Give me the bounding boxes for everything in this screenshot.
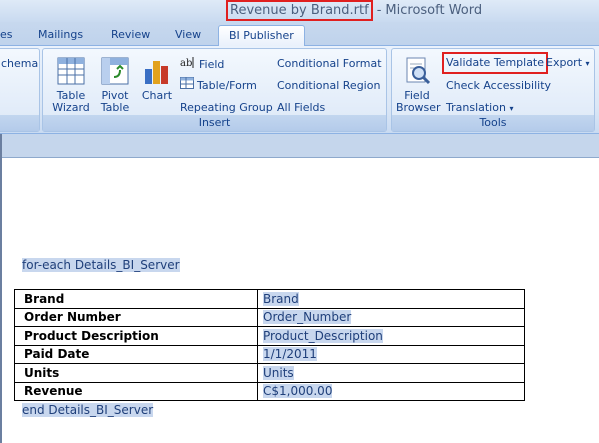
row-value[interactable]: Units <box>257 363 525 383</box>
title-bar: Revenue by Brand.rtf - Microsoft Word <box>0 0 599 22</box>
product-description-field[interactable]: Product_Description <box>263 328 383 343</box>
table-form-button[interactable]: Table/Form <box>180 77 257 95</box>
chart-label: Chart <box>141 89 173 102</box>
table-form-icon <box>180 77 194 95</box>
for-each-field[interactable]: for-each Details_BI_Server <box>22 258 180 272</box>
units-field[interactable]: Units <box>263 365 294 380</box>
export-button[interactable]: Export ▾ <box>546 54 590 72</box>
document-name: Revenue by Brand.rtf <box>226 0 373 21</box>
table-wizard-label: Table Wizard <box>52 89 90 114</box>
chevron-down-icon: ▾ <box>509 104 514 113</box>
field-browser-label: Field Browser <box>396 89 441 114</box>
conditional-region-label: Conditional Region <box>277 79 381 92</box>
order-number-field[interactable]: Order_Number <box>263 310 352 325</box>
row-label: Brand <box>14 289 258 309</box>
field-browser-button[interactable]: Field Browser <box>396 55 441 114</box>
pivot-table-label: Pivot Table <box>100 89 130 114</box>
table-row: Units Units <box>14 363 525 383</box>
row-label: Paid Date <box>14 344 258 364</box>
ribbon-group-insert: Table Wizard Pivot Table Chart ab Field … <box>42 48 387 132</box>
conditional-region-button[interactable]: Conditional Region <box>277 77 380 95</box>
check-accessibility-button[interactable]: Check Accessibility <box>446 77 551 95</box>
pivot-table-icon <box>99 55 131 87</box>
row-value[interactable]: Order_Number <box>257 307 525 327</box>
group-label-insert: Insert <box>43 115 386 131</box>
end-for-each-field[interactable]: end Details_BI_Server <box>22 403 154 417</box>
field-icon: ab <box>180 55 196 75</box>
translation-label: Translation <box>446 101 506 114</box>
ribbon: chema Table Wizard Pivot Table Chart ab … <box>0 46 599 134</box>
window-title: Revenue by Brand.rtf - Microsoft Word <box>226 0 482 21</box>
row-label: Product Description <box>14 326 258 346</box>
table-row: Product Description Product_Description <box>14 326 525 346</box>
brand-field[interactable]: Brand <box>263 291 299 306</box>
row-value[interactable]: C$1,000.00 <box>257 381 525 401</box>
validate-template-label: Validate Template <box>446 56 545 69</box>
field-browser-icon <box>401 55 433 87</box>
app-name: Microsoft Word <box>385 3 483 18</box>
svg-text:ab: ab <box>180 58 192 69</box>
ribbon-tabs: es Mailings Review View BI Publisher <box>0 22 599 47</box>
conditional-format-label: Conditional Format <box>277 57 382 70</box>
repeating-group-label: Repeating Group <box>180 101 273 114</box>
row-label: Order Number <box>14 307 258 327</box>
tab-view[interactable]: View <box>175 26 201 46</box>
tab-bi-publisher[interactable]: BI Publisher <box>218 25 305 47</box>
conditional-format-button[interactable]: Conditional Format <box>277 55 382 73</box>
table-wizard-icon <box>55 55 87 87</box>
title-separator: - <box>376 3 382 18</box>
export-label: Export <box>546 56 583 69</box>
tab-review[interactable]: Review <box>111 26 150 46</box>
table-row: Paid Date 1/1/2011 <box>14 344 525 364</box>
check-accessibility-label: Check Accessibility <box>446 79 552 92</box>
group-label-partial <box>0 115 39 131</box>
row-value[interactable]: Product_Description <box>257 326 525 346</box>
group-label-tools: Tools <box>392 115 594 131</box>
ribbon-group-partial: chema <box>0 48 40 132</box>
table-wizard-button[interactable]: Table Wizard <box>49 55 93 114</box>
table-row: Order Number Order_Number <box>14 307 525 327</box>
table-row: Revenue C$1,000.00 <box>14 381 525 401</box>
paid-date-field[interactable]: 1/1/2011 <box>263 347 317 362</box>
field-button[interactable]: ab Field <box>180 55 224 73</box>
validate-template-button[interactable]: Validate Template <box>442 52 549 74</box>
chevron-down-icon: ▾ <box>585 59 590 68</box>
row-value[interactable]: Brand <box>257 289 525 309</box>
table-form-label: Table/Form <box>197 79 257 92</box>
page-left-edge <box>0 134 2 443</box>
chart-button[interactable]: Chart <box>139 55 175 102</box>
chart-icon <box>141 55 173 87</box>
ribbon-group-tools: Field Browser Validate Template Export ▾… <box>391 48 595 132</box>
table-row: Brand Brand <box>14 289 525 309</box>
tab-mailings[interactable]: Mailings <box>38 26 83 46</box>
schema-button-partial[interactable]: chema <box>1 55 38 73</box>
row-label: Units <box>14 363 258 383</box>
data-table: Brand Brand Order Number Order_Number Pr… <box>14 289 525 401</box>
field-label: Field <box>199 58 225 71</box>
revenue-field[interactable]: C$1,000.00 <box>263 384 333 399</box>
all-fields-label: All Fields <box>277 101 326 114</box>
row-label: Revenue <box>14 381 258 401</box>
ruler-area <box>0 134 599 158</box>
tab-references-partial[interactable]: es <box>0 26 13 46</box>
pivot-table-button[interactable]: Pivot Table <box>95 55 135 114</box>
row-value[interactable]: 1/1/2011 <box>257 344 525 364</box>
